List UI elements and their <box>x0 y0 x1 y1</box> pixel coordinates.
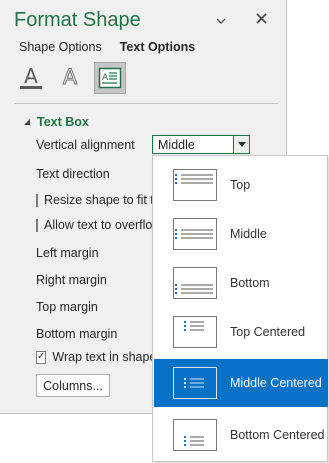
wrap-text-label: Wrap text in shape <box>52 350 152 364</box>
option-label: Bottom <box>230 276 270 290</box>
checkbox-box[interactable] <box>36 218 38 232</box>
option-label: Middle <box>230 227 267 241</box>
vertical-alignment-dropdown: Top Middle Bottom Top Centered Middle Ce… <box>152 155 328 462</box>
top-margin-label: Top margin <box>36 300 98 314</box>
right-margin-label: Right margin <box>36 273 107 287</box>
align-middle-icon <box>173 218 217 250</box>
columns-button[interactable]: Columns... <box>36 374 110 397</box>
tab-text-options[interactable]: Text Options <box>120 40 195 54</box>
vertical-alignment-select[interactable]: Middle <box>152 135 250 154</box>
option-label: Top <box>230 178 251 192</box>
align-bottom-centered-icon <box>173 419 217 451</box>
svg-text:A: A <box>102 73 109 83</box>
left-margin-label: Left margin <box>36 246 99 260</box>
option-bottom-centered[interactable]: Bottom Centered <box>154 411 328 459</box>
checkbox-box[interactable] <box>36 193 38 207</box>
text-direction-label: Text direction <box>36 167 110 181</box>
format-category-icons: A A A <box>16 62 126 94</box>
text-effects-icon[interactable]: A <box>55 62 85 92</box>
textbox-icon[interactable]: A <box>94 62 126 94</box>
align-bottom-icon <box>173 267 217 299</box>
vertical-alignment-value: Middle <box>158 137 195 152</box>
allow-overflow-checkbox[interactable]: Allow text to overflow shape <box>36 218 152 232</box>
option-middle-centered[interactable]: Middle Centered <box>154 359 328 407</box>
dropdown-arrow-icon[interactable] <box>233 136 249 153</box>
option-label: Bottom Centered <box>230 428 325 442</box>
resize-shape-checkbox[interactable]: Resize shape to fit text <box>36 193 152 207</box>
vertical-alignment-label: Vertical alignment <box>36 138 135 152</box>
option-label: Middle Centered <box>230 376 322 390</box>
tab-shape-options[interactable]: Shape Options <box>19 40 102 54</box>
option-middle[interactable]: Middle <box>154 210 328 258</box>
align-top-icon <box>173 169 217 201</box>
option-bottom[interactable]: Bottom <box>154 259 328 307</box>
section-label: Text Box <box>37 115 89 129</box>
pane-options-icon[interactable] <box>214 14 228 28</box>
collapse-triangle-icon <box>24 119 30 125</box>
separator <box>14 103 278 104</box>
align-top-centered-icon <box>173 316 217 348</box>
bottom-margin-label: Bottom margin <box>36 327 118 341</box>
svg-text:A: A <box>24 64 38 88</box>
resize-shape-label: Resize shape to fit text <box>44 193 152 207</box>
option-top[interactable]: Top <box>154 161 328 209</box>
section-text-box[interactable]: Text Box <box>23 115 89 129</box>
svg-text:A: A <box>63 65 78 89</box>
wrap-text-checkbox[interactable]: ✓ Wrap text in shape <box>36 350 152 364</box>
pane-title: Format Shape <box>14 9 141 31</box>
text-fill-outline-icon[interactable]: A <box>16 62 46 92</box>
close-icon[interactable] <box>254 11 268 25</box>
checkbox-box[interactable]: ✓ <box>36 350 47 364</box>
option-label: Top Centered <box>230 325 306 339</box>
pane-tabs: Shape Options Text Options <box>19 40 195 54</box>
option-top-centered[interactable]: Top Centered <box>154 308 328 356</box>
allow-overflow-label: Allow text to overflow shape <box>44 218 152 232</box>
align-middle-centered-icon <box>173 367 217 399</box>
